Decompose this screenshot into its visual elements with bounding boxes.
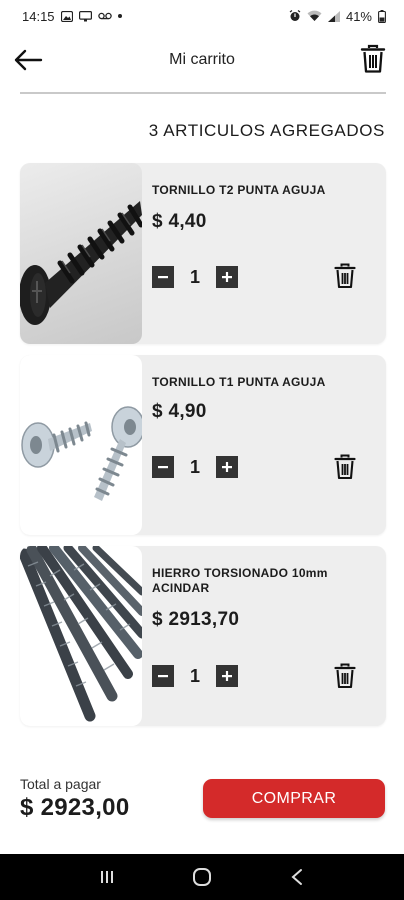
product-name: HIERRO TORSIONADO 10mm ACINDAR <box>152 566 328 595</box>
quantity-value: 1 <box>189 266 200 287</box>
quantity-value: 1 <box>189 456 200 477</box>
clear-cart-button[interactable] <box>360 44 386 74</box>
minus-icon <box>158 675 168 678</box>
notification-dot-icon <box>117 14 122 18</box>
recent-apps-icon <box>101 871 114 883</box>
status-left: 14:15 <box>22 9 122 24</box>
home-button[interactable] <box>182 857 222 897</box>
product-price: $ 2913,70 <box>152 609 240 630</box>
product-price: $ 4,90 <box>152 401 207 422</box>
remove-item-button[interactable] <box>334 663 356 689</box>
voicemail-icon <box>97 12 112 20</box>
quantity-stepper: 1 <box>152 665 238 687</box>
minus-icon <box>158 276 168 279</box>
total-value: $ 2923,00 <box>20 794 130 821</box>
silver-screws-image <box>21 406 142 501</box>
system-nav-bar <box>0 854 404 900</box>
trash-icon <box>360 44 386 73</box>
increase-quantity-button[interactable] <box>216 266 238 288</box>
increase-quantity-button[interactable] <box>216 665 238 687</box>
recent-apps-button[interactable] <box>87 857 127 897</box>
decrease-quantity-button[interactable] <box>152 456 174 478</box>
status-time: 14:15 <box>22 8 55 24</box>
back-nav-button[interactable] <box>277 857 317 897</box>
product-price: $ 4,40 <box>152 211 207 232</box>
header-divider <box>20 92 386 94</box>
remove-item-button[interactable] <box>334 263 356 289</box>
quantity-stepper: 1 <box>152 456 238 478</box>
minus-icon <box>158 466 168 469</box>
quantity-value: 1 <box>189 665 200 686</box>
trash-icon <box>334 263 356 289</box>
app-header: Mi carrito <box>0 40 404 80</box>
product-image <box>20 163 142 344</box>
rebar-image <box>20 546 142 722</box>
remove-item-button[interactable] <box>334 454 356 480</box>
alarm-icon <box>289 10 301 22</box>
cart-item-card: TORNILLO T1 PUNTA AGUJA $ 4,90 1 <box>20 355 386 535</box>
status-bar: 14:15 41% <box>0 0 404 32</box>
cart-count-heading: 3 ARTICULOS AGREGADOS <box>148 121 385 140</box>
total-label: Total a pagar <box>20 776 101 792</box>
quantity-stepper: 1 <box>152 266 238 288</box>
status-right: 41% <box>289 9 386 24</box>
trash-icon <box>334 454 356 480</box>
cart-item-card: HIERRO TORSIONADO 10mm ACINDAR $ 2913,70… <box>20 546 386 726</box>
monitor-icon <box>78 10 92 22</box>
plus-icon <box>222 272 232 282</box>
battery-icon <box>378 9 386 23</box>
product-name: TORNILLO T2 PUNTA AGUJA <box>152 183 326 197</box>
buy-button[interactable]: COMPRAR <box>203 779 385 818</box>
signal-icon <box>327 10 340 22</box>
gallery-icon <box>60 10 73 22</box>
home-icon <box>192 868 211 886</box>
plus-icon <box>222 671 232 681</box>
page-title: Mi carrito <box>169 51 235 68</box>
product-name: TORNILLO T1 PUNTA AGUJA <box>152 375 326 389</box>
cart-item-card: TORNILLO T2 PUNTA AGUJA $ 4,40 1 <box>20 163 386 344</box>
decrease-quantity-button[interactable] <box>152 266 174 288</box>
wifi-icon <box>307 10 322 22</box>
decrease-quantity-button[interactable] <box>152 665 174 687</box>
plus-icon <box>222 462 232 472</box>
black-screw-image <box>20 201 142 325</box>
battery-percent: 41% <box>345 8 372 24</box>
product-image <box>20 355 142 535</box>
chevron-left-icon <box>291 869 302 885</box>
increase-quantity-button[interactable] <box>216 456 238 478</box>
trash-icon <box>334 663 356 689</box>
product-image <box>20 546 142 726</box>
